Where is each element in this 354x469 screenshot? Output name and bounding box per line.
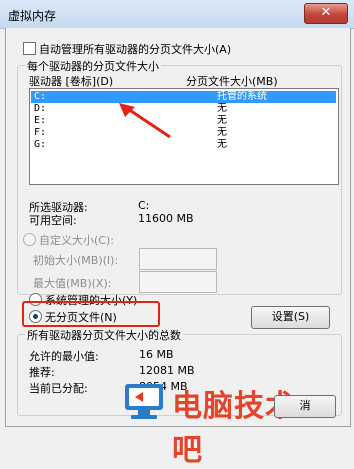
dialog-body: 自动管理所有驱动器的分页文件大小(A) 每个驱动器的分页文件大小 驱动器 [卷标… xyxy=(5,28,351,427)
drive-row-c[interactable]: C: 托管的系统 xyxy=(31,91,336,103)
drive-size: 无 xyxy=(217,115,227,126)
drive-list[interactable]: C: 托管的系统 D: 无 E: 无 F: 无 G: 无 xyxy=(29,88,339,185)
window-title: 虚拟内存 xyxy=(8,9,57,23)
drive-letter: D: xyxy=(34,103,47,114)
column-header-size: 分页文件大小(MB) xyxy=(186,75,278,88)
current-allocated-label: 当前已分配: xyxy=(29,382,88,395)
drive-size: 无 xyxy=(217,127,227,138)
monitor-logo-icon xyxy=(125,384,163,419)
drive-letter: E: xyxy=(34,115,47,126)
no-paging-label[interactable]: 无分页文件(N) xyxy=(45,309,117,325)
drive-row-e[interactable]: E: 无 xyxy=(31,115,336,127)
auto-manage-checkbox[interactable] xyxy=(23,42,36,55)
set-button[interactable]: 设置(S) xyxy=(251,306,330,329)
drive-letter: F: xyxy=(34,127,47,138)
selected-drive-value: C: xyxy=(138,199,150,212)
title-bar: 虚拟内存 ✕ xyxy=(0,0,354,29)
free-space-label: 可用空间: xyxy=(29,214,77,227)
drive-size: 无 xyxy=(217,103,227,114)
drive-letter: C: xyxy=(34,91,47,102)
custom-size-radio[interactable] xyxy=(23,233,36,246)
column-header-drive: 驱动器 [卷标](D) xyxy=(29,75,114,88)
initial-size-input[interactable] xyxy=(139,248,217,270)
cancel-button[interactable]: 消 xyxy=(274,395,336,418)
min-allowed-value: 16 MB xyxy=(139,348,174,361)
drive-size: 托管的系统 xyxy=(217,91,267,102)
max-size-input[interactable] xyxy=(139,271,217,293)
initial-size-label: 初始大小(MB)(I): xyxy=(33,254,119,267)
custom-size-label[interactable]: 自定义大小(C): xyxy=(39,232,114,248)
drive-size: 无 xyxy=(217,139,227,150)
auto-manage-label[interactable]: 自动管理所有驱动器的分页文件大小(A) xyxy=(39,41,231,57)
max-size-label: 最大值(MB)(X): xyxy=(33,277,112,290)
drive-row-g[interactable]: G: 无 xyxy=(31,139,336,151)
drive-row-f[interactable]: F: 无 xyxy=(31,127,336,139)
drive-row-d[interactable]: D: 无 xyxy=(31,103,336,115)
drive-letter: G: xyxy=(34,139,47,150)
annotation-arrow-icon xyxy=(119,103,171,139)
recommended-value: 12081 MB xyxy=(139,364,195,377)
totals-group-title: 所有驱动器分页文件大小的总数 xyxy=(25,327,183,343)
close-button[interactable]: ✕ xyxy=(304,3,348,24)
free-space-value: 11600 MB xyxy=(138,212,194,225)
per-drive-group-title: 每个驱动器的分页文件大小 xyxy=(25,58,161,74)
recommended-label: 推荐: xyxy=(29,366,55,379)
no-paging-radio[interactable] xyxy=(29,310,42,323)
min-allowed-label: 允许的最小值: xyxy=(29,350,99,363)
